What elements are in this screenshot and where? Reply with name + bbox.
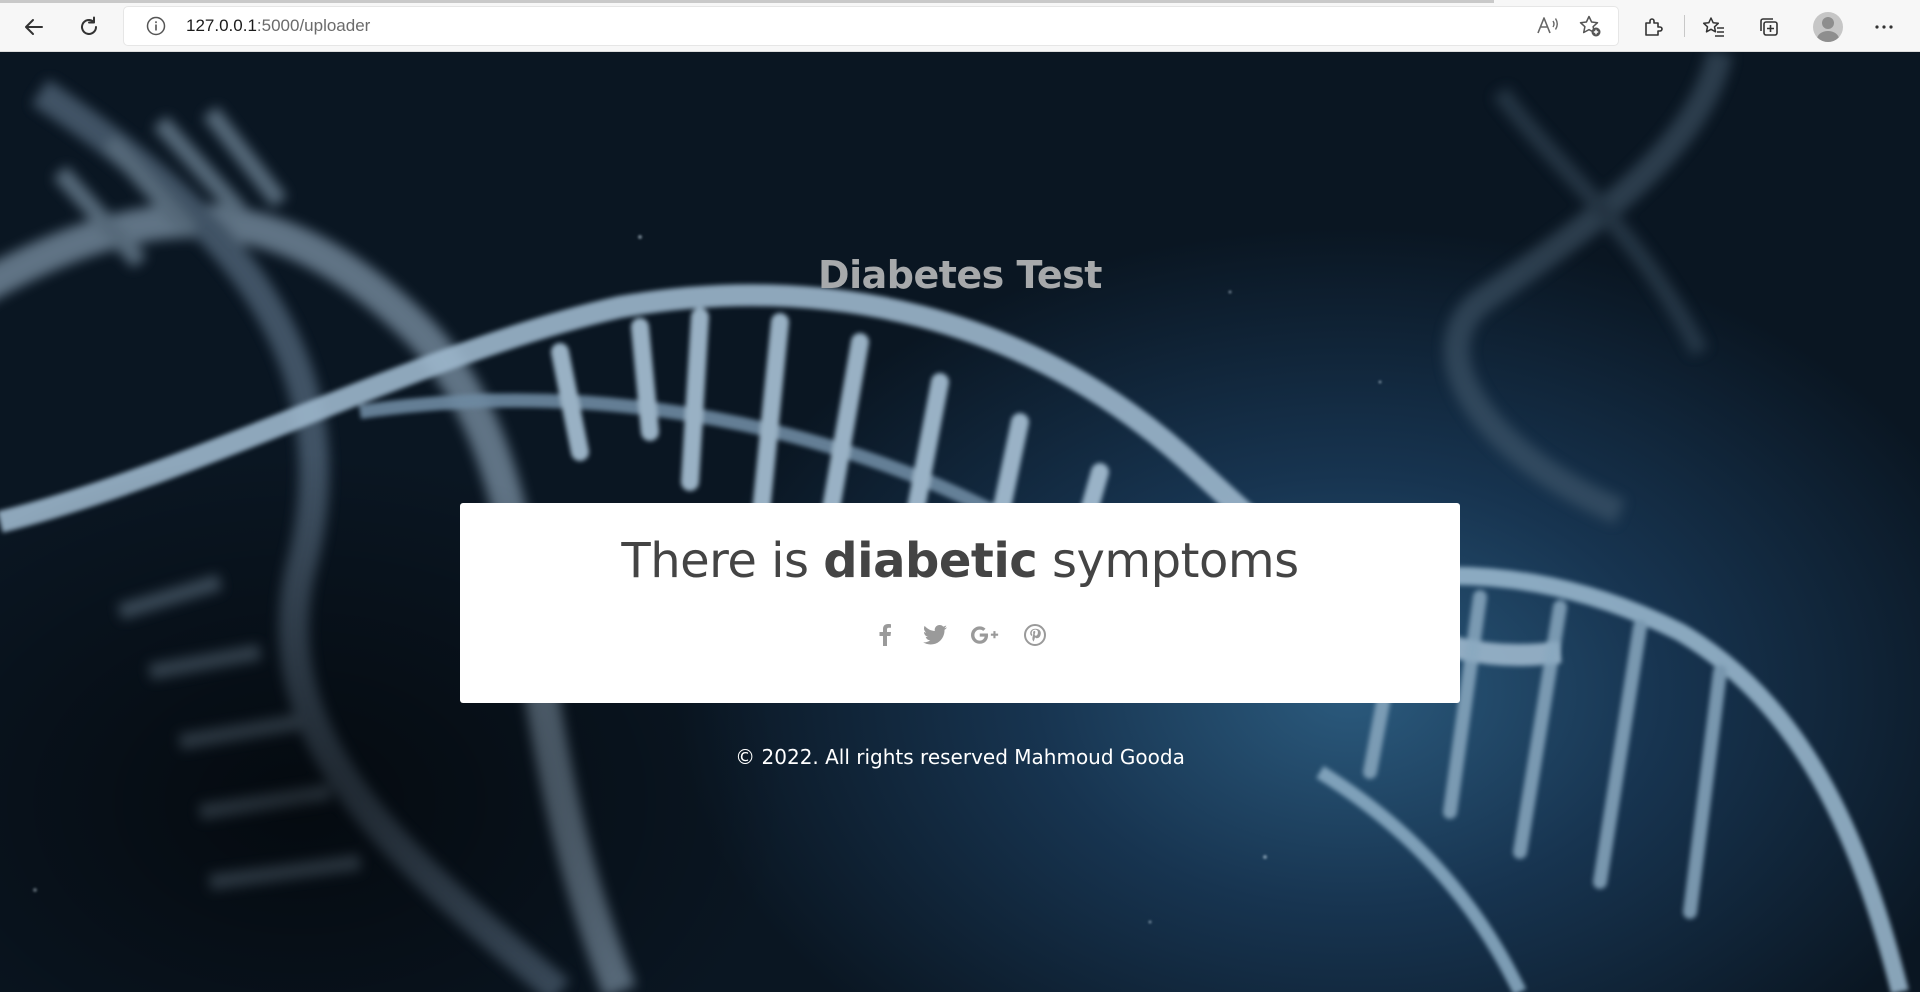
favorites-button[interactable] [1697, 10, 1731, 44]
collections-icon [1760, 18, 1778, 36]
url-text[interactable]: 127.0.0.1:5000/uploader [186, 16, 370, 36]
refresh-button[interactable] [72, 10, 106, 44]
read-aloud-icon[interactable] [1536, 15, 1560, 37]
result-emphasis: diabetic [823, 533, 1038, 589]
back-arrow-icon [25, 19, 43, 35]
info-icon[interactable] [146, 16, 166, 36]
profile-head [1822, 17, 1834, 29]
extensions-icon [1645, 18, 1663, 36]
refresh-icon [81, 16, 97, 35]
add-favorite-icon[interactable] [1578, 14, 1602, 38]
url-host: 127.0.0.1 [186, 16, 257, 35]
extensions-button[interactable] [1636, 10, 1670, 44]
footer-copyright: © 2022. All rights reserved Mahmoud Good… [735, 745, 1185, 769]
more-button[interactable] [1867, 10, 1901, 44]
page-title: Diabetes Test [818, 253, 1102, 297]
url-path: :5000/uploader [256, 16, 371, 35]
page-load-progress [0, 0, 1494, 3]
pinterest-icon[interactable] [1021, 621, 1049, 649]
back-button[interactable] [17, 10, 51, 44]
result-prefix: There is [621, 533, 809, 589]
more-icon [1875, 25, 1893, 29]
address-bar[interactable]: 127.0.0.1:5000/uploader [124, 7, 1618, 45]
toolbar-divider [1684, 15, 1685, 37]
result-card: There is diabetic symptoms [460, 503, 1460, 703]
facebook-icon[interactable] [871, 621, 899, 649]
social-links [460, 621, 1460, 649]
collections-button[interactable] [1752, 10, 1786, 44]
google-plus-icon[interactable] [971, 621, 999, 649]
browser-toolbar: 127.0.0.1:5000/uploader [0, 0, 1920, 52]
twitter-icon[interactable] [921, 621, 949, 649]
result-message: There is diabetic symptoms [460, 533, 1460, 589]
favorites-icon [1702, 17, 1724, 37]
result-suffix: symptoms [1052, 533, 1299, 589]
profile-body [1817, 31, 1839, 42]
profile-icon[interactable] [1813, 12, 1843, 42]
